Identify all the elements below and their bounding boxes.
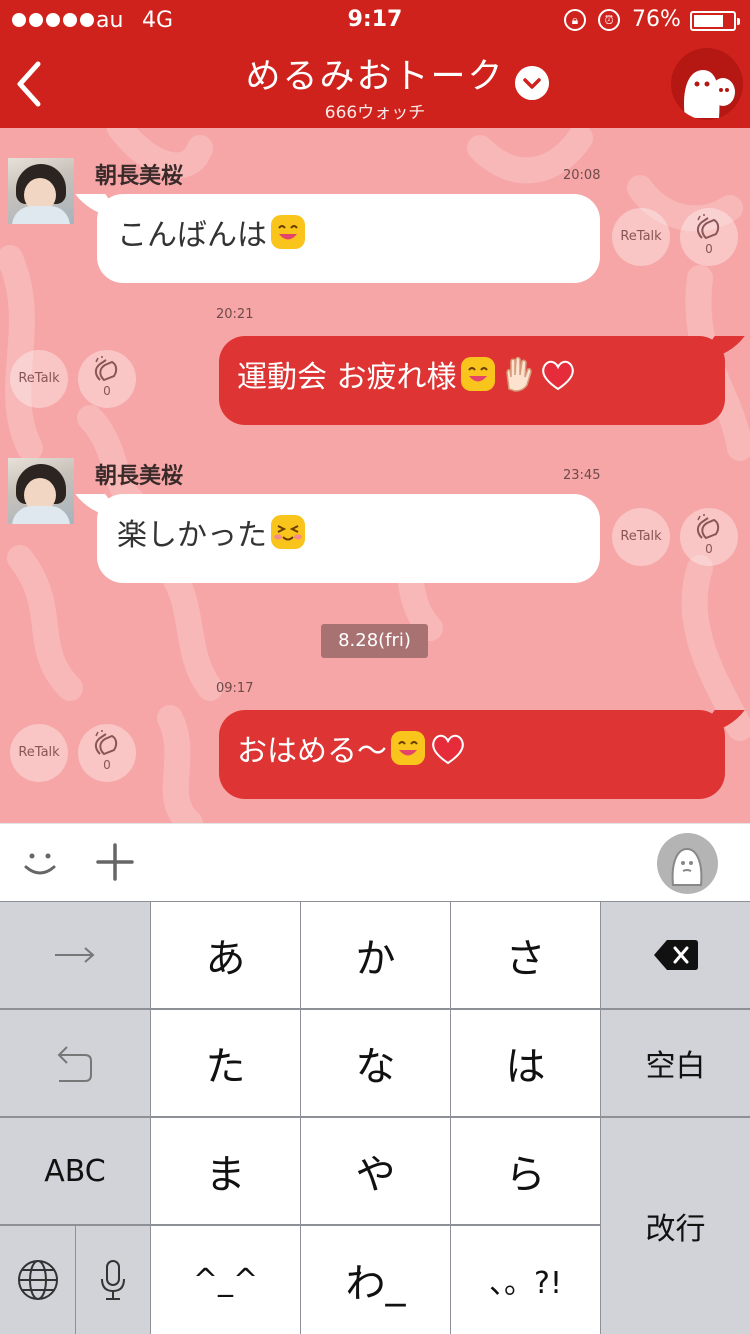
key-ma[interactable]: ま [151,1118,300,1224]
sender-name: 朝長美桜 [95,164,184,189]
smile-emoji-icon [391,731,425,765]
clap-icon [696,514,720,540]
key-ha[interactable]: は [451,1010,600,1116]
message-time: 23:45 [563,468,601,483]
message-bubble[interactable]: 楽しかった [97,494,600,583]
message-text: 運動会 お疲れ様 [237,360,457,395]
return-key[interactable]: 改行 [601,1118,750,1334]
key-wa[interactable]: わ_ [301,1226,450,1334]
message-bubble[interactable]: こんばんは [97,194,600,283]
ghost-avatar-icon[interactable] [671,48,743,120]
key-sa[interactable]: さ [451,902,600,1008]
key-ra[interactable]: ら [451,1118,600,1224]
undo-key[interactable] [0,1010,150,1116]
chevron-down-icon[interactable] [515,66,549,100]
clap-button[interactable]: 0 [78,350,136,408]
stamp-icon[interactable] [657,833,718,894]
battery-icon [690,11,740,31]
raised-hand-emoji-icon [505,356,532,392]
microphone-icon [101,1260,125,1300]
message-time: 09:17 [216,681,254,696]
message-time: 20:21 [216,307,254,322]
heart-emoji-icon [432,734,464,765]
avatar[interactable] [8,458,74,524]
key-ta[interactable]: た [151,1010,300,1116]
key-ka[interactable]: か [301,902,450,1008]
delete-icon [653,940,698,970]
microphone-key[interactable] [76,1226,150,1334]
page-subtitle: 666ウォッチ [324,103,426,123]
clap-count: 0 [103,758,111,772]
key-a[interactable]: あ [151,902,300,1008]
globe-icon [17,1260,58,1300]
date-divider: 8.28(fri) [321,624,428,658]
smile-emoji-icon [460,357,495,391]
clap-icon [696,214,720,240]
key-punctuation[interactable]: 、。?! [451,1226,600,1334]
blush-emoji-icon [271,515,305,549]
abc-key[interactable]: ABC [0,1118,150,1224]
clap-count: 0 [705,542,713,556]
avatar[interactable] [8,158,74,224]
sender-name: 朝長美桜 [95,464,184,489]
clap-button[interactable]: 0 [78,724,136,782]
status-bar: au 4G 9:17 🔒︎ ⏰︎ 76% [0,0,750,42]
rotation-lock-icon: 🔒︎ [564,9,586,31]
message-text: おはめる〜 [237,734,387,769]
retalk-button[interactable]: ReTalk [10,724,68,782]
smiley-icon[interactable] [20,843,60,883]
chat-timeline[interactable]: 朝長美桜 20:08 こんばんは ReTalk 0 20:21 ReTalk 0… [0,128,750,823]
undo-icon [57,1046,92,1082]
heart-emoji-icon [541,360,574,391]
retalk-button[interactable]: ReTalk [612,208,670,266]
clap-count: 0 [705,242,713,256]
retalk-button[interactable]: ReTalk [612,508,670,566]
clap-button[interactable]: 0 [680,208,738,266]
input-toolbar [0,823,750,901]
arrow-right-icon [55,947,95,963]
message-time: 20:08 [563,168,601,183]
globe-key[interactable] [0,1226,75,1334]
smile-emoji-icon [271,215,305,249]
plus-icon[interactable] [96,843,134,881]
page-title[interactable]: めるみおトーク [0,48,750,99]
space-key[interactable]: 空白 [601,1010,750,1116]
key-na[interactable]: な [301,1010,450,1116]
battery-percent: 76% [632,7,681,32]
key-ya[interactable]: や [301,1118,450,1224]
next-candidate-key[interactable] [0,902,150,1008]
alarm-icon: ⏰︎ [598,9,620,31]
clap-button[interactable]: 0 [680,508,738,566]
keyboard: あ か さ た な は 空白 ABC ま や ら 改行 ^_^ わ_ 、。?! [0,901,750,1334]
message-text: 楽しかった [117,518,267,553]
clap-icon [94,356,118,382]
delete-key[interactable] [601,902,750,1008]
message-bubble[interactable]: おはめる〜 [219,710,725,799]
nav-bar: めるみおトーク 666ウォッチ [0,42,750,128]
key-emoticon[interactable]: ^_^ [151,1226,300,1334]
retalk-button[interactable]: ReTalk [10,350,68,408]
message-bubble[interactable]: 運動会 お疲れ様 [219,336,725,425]
message-text: こんばんは [117,218,267,253]
clap-count: 0 [103,384,111,398]
clap-icon [94,730,118,756]
